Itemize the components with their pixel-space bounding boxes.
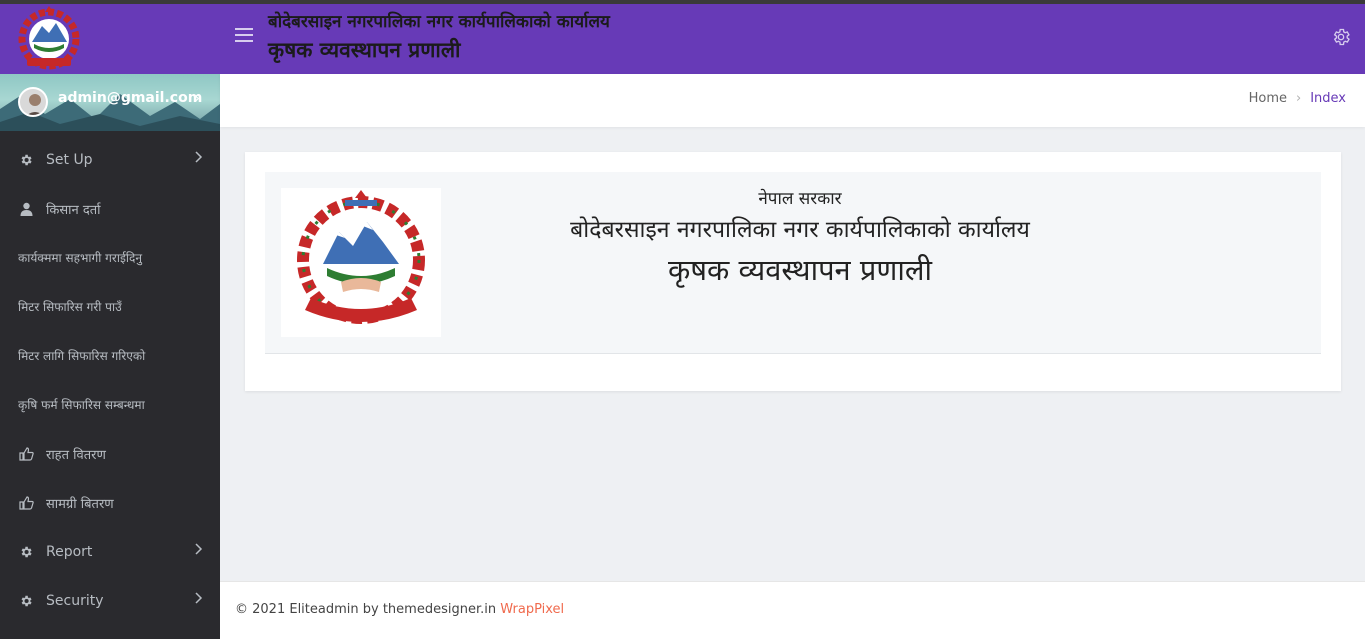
gear-icon [18,593,34,609]
avatar[interactable] [18,87,48,117]
sidebar-item-program-participation[interactable]: कार्यक्ममा सहभागी गराईदिनु [0,233,220,282]
user-email[interactable]: admin@gmail.com [58,90,202,106]
chevron-right-icon[interactable]: › [194,89,200,107]
user-icon [18,201,34,217]
sidebar-item-label: मिटर सिफारिस गरी पाउँ [18,300,122,314]
sidebar-item-label: कार्यक्ममा सहभागी गराईदिनु [18,251,142,265]
sidebar-item-label: राहत वितरण [46,447,106,463]
sidebar-item-meter-request[interactable]: मिटर सिफारिस गरी पाउँ [0,282,220,331]
sidebar-item-label: सामग्री बितरण [46,496,114,512]
top-header: बोदेबरसाइन नगरपालिका नगर कार्यपालिकाको क… [220,4,1365,74]
sidebar-item-label: Report [46,543,93,560]
breadcrumb: Home › Index [1249,91,1346,106]
sidebar-item-setup[interactable]: Set Up [0,135,220,184]
main-card: नेपाल सरकार बोदेबरसाइन नगरपालिका नगर कार… [245,152,1341,391]
header-office-title: बोदेबरसाइन नगरपालिका नगर कार्यपालिकाको क… [268,12,610,32]
sidebar-item-label: मिटर लागि सिफारिस गरिएको [18,349,146,363]
office-banner: नेपाल सरकार बोदेबरसाइन नगरपालिका नगर कार… [265,172,1321,354]
sidebar-item-label: कृषि फर्म सिफारिस सम्बन्धमा [18,398,145,412]
thumbs-up-icon [18,446,34,462]
chevron-right-icon [195,543,203,555]
sidebar-menu: Set Up किसान दर्ता कार्यक्ममा सहभागी गरा… [0,135,220,625]
breadcrumb-separator-icon: › [1296,91,1302,106]
sidebar-item-farm-recommendation[interactable]: कृषि फर्म सिफारिस सम्बन्धमा [0,380,220,429]
sidebar: admin@gmail.com › Set Up किसान दर्ता कार… [0,4,220,639]
sidebar-item-meter-recommended[interactable]: मिटर लागि सिफारिस गरिएको [0,331,220,380]
breadcrumb-home-link[interactable]: Home [1249,91,1287,106]
chevron-right-icon [195,592,203,604]
sidebar-item-report[interactable]: Report [0,527,220,576]
gear-icon [18,544,34,560]
breadcrumb-current: Index [1310,91,1346,106]
copyright-text: © 2021 Eliteadmin by themedesigner.in [235,602,497,617]
footer: © 2021 Eliteadmin by themedesigner.in Wr… [220,581,1365,639]
hamburger-menu-icon[interactable] [235,28,253,42]
government-label: नेपाल सरकार [758,189,842,209]
footer-text: © 2021 Eliteadmin by themedesigner.in Wr… [235,602,564,617]
nepal-emblem-logo [18,6,80,70]
header-system-title: कृषक व्यवस्थापन प्रणाली [268,38,461,62]
sidebar-item-material-distribution[interactable]: सामग्री बितरण [0,478,220,527]
sidebar-item-security[interactable]: Security [0,576,220,625]
user-panel[interactable]: admin@gmail.com › [0,74,220,131]
sidebar-item-label: Set Up [46,151,93,168]
settings-gear-icon[interactable] [1331,27,1351,47]
thumbs-up-icon [18,495,34,511]
logo-area[interactable] [0,4,220,74]
gear-icon [18,152,34,168]
breadcrumb-bar: Home › Index [220,74,1365,127]
system-name: कृषक व्यवस्थापन प्रणाली [667,253,933,287]
sidebar-item-kisan-darta[interactable]: किसान दर्ता [0,184,220,233]
chevron-right-icon [195,151,203,163]
office-name: बोदेबरसाइन नगरपालिका नगर कार्यपालिकाको क… [570,217,1030,243]
sidebar-item-label: किसान दर्ता [46,202,101,218]
sidebar-item-label: Security [46,592,104,609]
sidebar-item-relief-distribution[interactable]: राहत वितरण [0,429,220,478]
wrappixel-link[interactable]: WrapPixel [500,602,564,617]
